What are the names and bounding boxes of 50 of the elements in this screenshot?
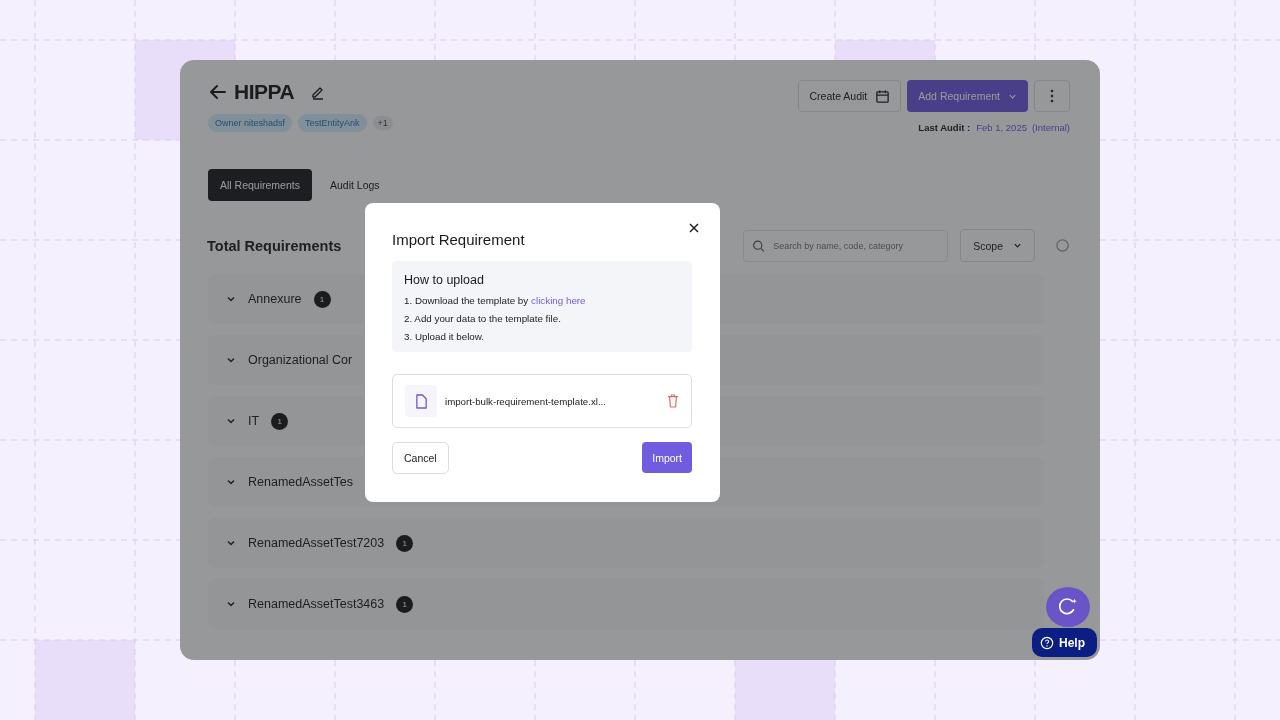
add-requirement-button[interactable]: Add Requirement [907, 80, 1028, 112]
delete-icon[interactable] [667, 394, 679, 408]
chevron-icon [226, 355, 236, 365]
file-icon [414, 393, 428, 409]
tab[interactable]: All Requirements [208, 169, 312, 201]
tab[interactable]: Audit Logs [317, 169, 392, 201]
group-name: IT [248, 414, 260, 428]
group-name: RenamedAssetTest7203 [248, 536, 385, 550]
more-icon [1050, 89, 1054, 103]
group-name: Annexure [248, 292, 302, 306]
last-audit-label: Last Audit : [918, 122, 971, 133]
instruction-step: 1. Download the template by clicking here [404, 295, 680, 306]
page-title: HIPPA [234, 80, 295, 104]
tag: TestEntityAnk [298, 114, 367, 132]
instruction-step: 3. Upload it below. [404, 331, 680, 342]
assistant-button[interactable] [1046, 587, 1090, 627]
cancel-button[interactable]: Cancel [392, 442, 449, 474]
file-name: import-bulk-requirement-template.xl... [445, 395, 607, 407]
back-arrow-icon[interactable] [208, 82, 228, 102]
group-name: RenamedAssetTest3463 [248, 597, 385, 611]
last-audit-date: Feb 1, 2025 [976, 122, 1027, 133]
caret-icon [1013, 241, 1022, 250]
count-badge: 1 [396, 595, 414, 613]
group-name: RenamedAssetTes [248, 475, 353, 489]
count-badge: 1 [313, 290, 331, 308]
scope-dropdown[interactable]: Scope [960, 229, 1035, 262]
instructions-title: How to upload [404, 273, 485, 287]
chevron-icon [226, 599, 236, 609]
more-tags-count: +1 [372, 116, 393, 130]
template-link[interactable]: clicking here [531, 295, 586, 306]
help-icon [1040, 635, 1054, 650]
chevron-icon [226, 477, 236, 487]
dialog-title: Import Requirement [392, 231, 526, 248]
chevron-icon [226, 416, 236, 426]
create-audit-button[interactable]: Create Audit [798, 80, 902, 112]
count-badge: 1 [396, 534, 414, 552]
search-icon [752, 238, 766, 253]
tag: Owner niteshadsf [208, 114, 293, 132]
group-name: Organizational Cor [248, 353, 353, 367]
chevron-icon [226, 538, 236, 548]
close-icon[interactable] [689, 223, 699, 233]
calendar-icon [875, 88, 891, 104]
chevron-icon [226, 294, 236, 304]
last-audit-type: (Internal) [1032, 122, 1070, 133]
section-title: Total Requirements [207, 237, 342, 254]
search-field[interactable]: Search by name, code, category [743, 229, 949, 262]
instruction-step: 2. Add your data to the template file. [404, 313, 680, 324]
import-button[interactable]: Import [642, 442, 692, 473]
help-button[interactable]: Help [1032, 628, 1097, 657]
count-badge: 1 [271, 412, 289, 430]
